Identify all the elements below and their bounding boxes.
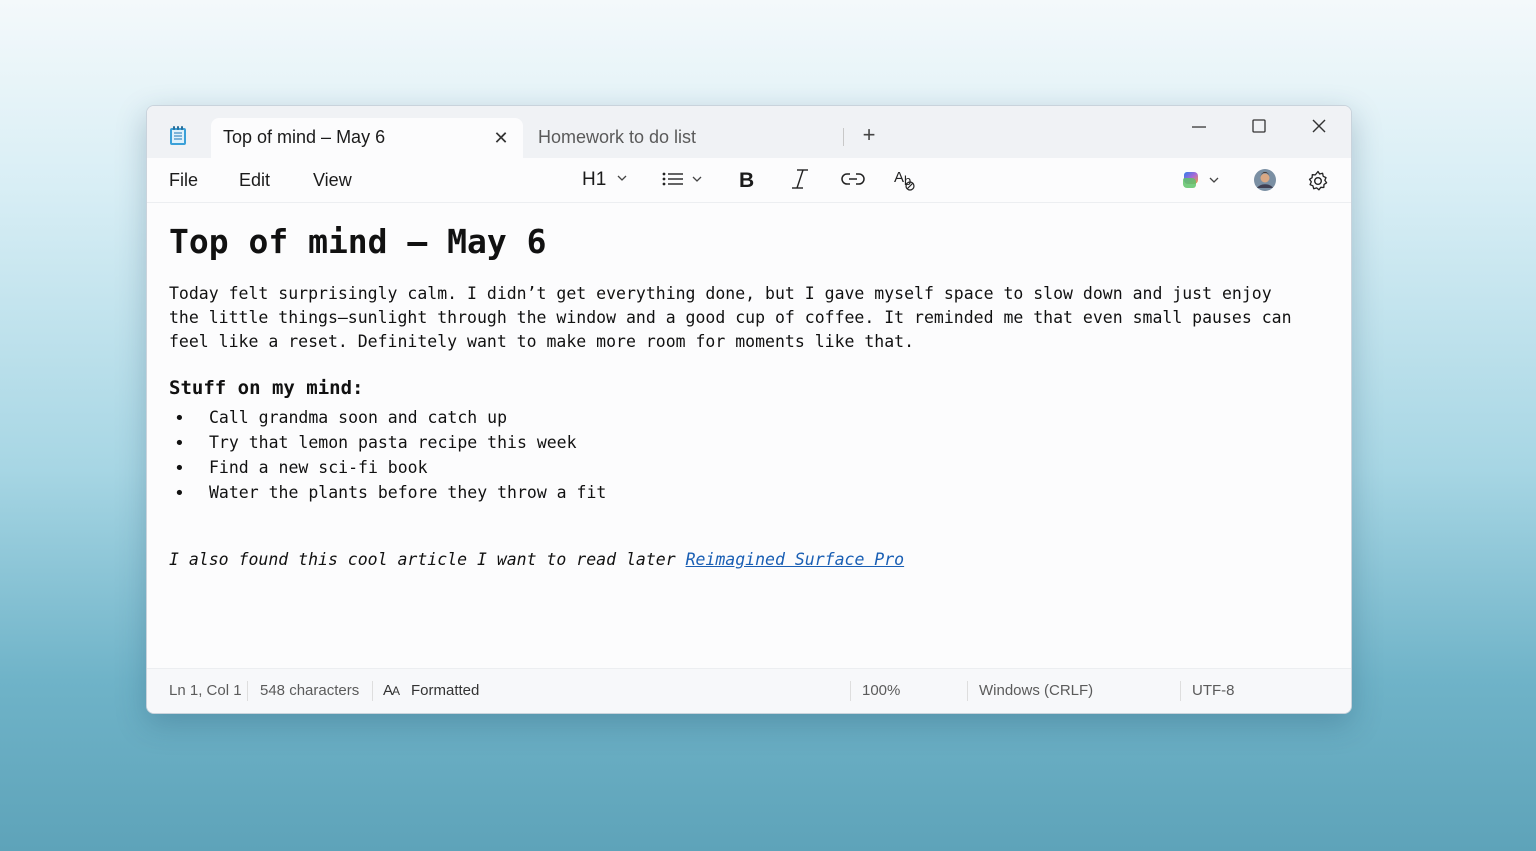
clear-formatting-icon: A b bbox=[893, 166, 919, 192]
svg-text:A: A bbox=[392, 684, 400, 698]
minimize-button[interactable] bbox=[1179, 114, 1219, 144]
menu-file[interactable]: File bbox=[169, 170, 198, 191]
closing-line: I also found this cool article I want to… bbox=[169, 550, 904, 569]
list-item-text: Water the plants before they throw a fit bbox=[209, 483, 606, 502]
zoom-level[interactable]: 100% bbox=[862, 682, 900, 699]
heading-style-label: H1 bbox=[582, 169, 606, 191]
document-heading: Top of mind – May 6 bbox=[169, 222, 547, 261]
paragraph-line: feel like a reset. Definitely want to ma… bbox=[169, 332, 914, 351]
bullet-dot: • bbox=[174, 458, 185, 479]
article-link[interactable]: Reimagined Surface Pro bbox=[686, 550, 905, 569]
italic-button[interactable] bbox=[789, 166, 813, 194]
list-item-text: Call grandma soon and catch up bbox=[209, 408, 507, 427]
copilot-icon bbox=[1179, 168, 1203, 192]
status-divider bbox=[1180, 681, 1181, 701]
clear-formatting-button[interactable]: A b bbox=[893, 166, 919, 194]
line-ending[interactable]: Windows (CRLF) bbox=[979, 682, 1093, 699]
list-dropdown[interactable] bbox=[661, 166, 705, 194]
link-button[interactable] bbox=[840, 166, 866, 194]
status-divider bbox=[850, 681, 851, 701]
maximize-button[interactable] bbox=[1239, 114, 1279, 144]
notepad-icon bbox=[169, 126, 187, 146]
status-divider bbox=[372, 681, 373, 701]
editor-area[interactable]: Top of mind – May 6 Today felt surprisin… bbox=[147, 203, 1351, 668]
menu-view[interactable]: View bbox=[313, 170, 352, 191]
italic-icon bbox=[789, 166, 813, 192]
avatar[interactable] bbox=[1253, 166, 1277, 194]
close-window-button[interactable] bbox=[1299, 114, 1339, 144]
svg-text:B: B bbox=[739, 169, 754, 192]
plus-icon[interactable]: + bbox=[857, 124, 881, 148]
menu-edit[interactable]: Edit bbox=[239, 170, 270, 191]
chevron-down-icon bbox=[1208, 174, 1220, 186]
tab-top-of-mind[interactable]: Top of mind – May 6 ✕ bbox=[211, 118, 523, 158]
svg-text:A: A bbox=[894, 169, 904, 186]
paragraph-line: the little things—sunlight through the w… bbox=[169, 308, 1292, 327]
tab-title: Homework to do list bbox=[538, 127, 696, 148]
paragraph-line: Today felt surprisingly calm. I didn’t g… bbox=[169, 284, 1272, 303]
title-bar: Top of mind – May 6 ✕ Homework to do lis… bbox=[147, 106, 1351, 158]
document-subheading: Stuff on my mind: bbox=[169, 377, 363, 399]
bullet-dot: • bbox=[174, 483, 185, 504]
chevron-down-icon bbox=[616, 172, 628, 184]
list-item-text: Try that lemon pasta recipe this week bbox=[209, 433, 577, 452]
link-icon bbox=[840, 166, 866, 192]
bold-button[interactable]: B bbox=[736, 166, 760, 194]
format-mode[interactable]: Formatted bbox=[411, 682, 479, 699]
close-icon[interactable]: ✕ bbox=[490, 127, 512, 149]
closing-text: I also found this cool article I want to… bbox=[169, 550, 686, 569]
tab-homework[interactable]: Homework to do list bbox=[527, 118, 843, 158]
bullet-dot: • bbox=[174, 433, 185, 454]
settings-button[interactable] bbox=[1306, 166, 1330, 194]
formatting-icon[interactable]: A A bbox=[383, 680, 403, 702]
tab-divider bbox=[843, 128, 844, 146]
character-count: 548 characters bbox=[260, 682, 359, 699]
notepad-window: Top of mind – May 6 ✕ Homework to do lis… bbox=[146, 105, 1352, 714]
heading-dropdown[interactable]: H1 bbox=[582, 166, 632, 194]
bold-icon: B bbox=[736, 166, 760, 192]
chevron-down-icon bbox=[691, 173, 703, 185]
bullet-dot: • bbox=[174, 408, 185, 429]
status-divider bbox=[967, 681, 968, 701]
status-divider bbox=[247, 681, 248, 701]
list-item-text: Find a new sci-fi book bbox=[209, 458, 428, 477]
tab-title: Top of mind – May 6 bbox=[223, 127, 385, 148]
bullet-list-icon bbox=[661, 169, 685, 189]
cursor-position: Ln 1, Col 1 bbox=[169, 682, 242, 699]
encoding[interactable]: UTF-8 bbox=[1192, 682, 1235, 699]
menu-bar: File Edit View H1 B bbox=[147, 158, 1351, 203]
gear-icon bbox=[1306, 168, 1330, 194]
copilot-button[interactable] bbox=[1179, 166, 1223, 194]
status-bar: Ln 1, Col 1 548 characters A A Formatted… bbox=[147, 668, 1351, 714]
